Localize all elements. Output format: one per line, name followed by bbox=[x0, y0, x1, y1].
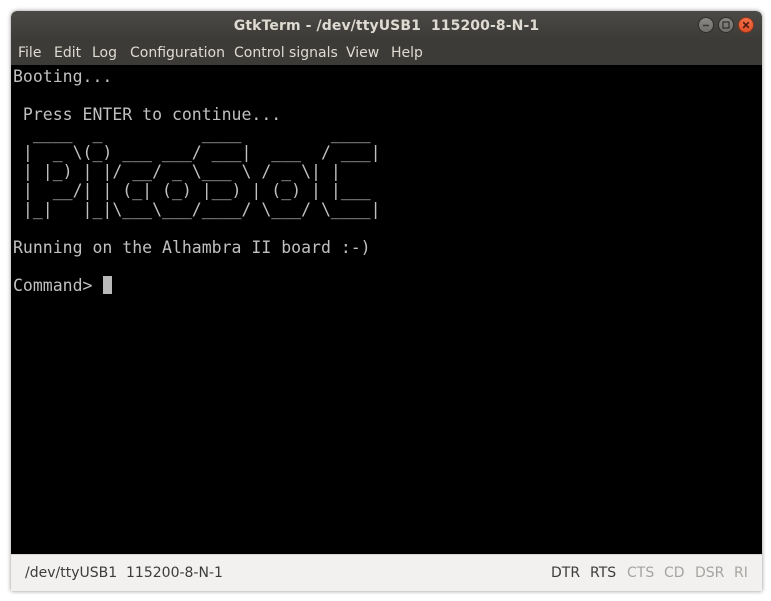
command-prompt: Command> bbox=[13, 276, 103, 295]
signal-dtr: DTR bbox=[551, 565, 581, 581]
ascii-art-line: | |_) | |/ __/ _ \___ \ / _ \| | bbox=[13, 162, 341, 181]
ascii-art-line: |_| |_|\___\___/____/ \___/ \____| bbox=[13, 200, 381, 219]
menu-view[interactable]: View bbox=[346, 45, 379, 61]
title-bar[interactable]: GtkTerm - /dev/ttyUSB1 115200-8-N-1 bbox=[11, 11, 762, 41]
ascii-art-line: ____ _ ____ ____ bbox=[13, 124, 371, 143]
close-icon bbox=[742, 21, 750, 29]
signal-cts: CTS bbox=[627, 565, 655, 581]
terminal-line: Booting... bbox=[13, 67, 113, 86]
maximize-icon bbox=[722, 21, 730, 29]
menu-bar: File Edit Log Configuration Control sign… bbox=[11, 41, 762, 65]
menu-configuration[interactable]: Configuration bbox=[130, 45, 225, 61]
window-title: GtkTerm - /dev/ttyUSB1 115200-8-N-1 bbox=[233, 18, 540, 34]
terminal-line: Press ENTER to continue... bbox=[13, 105, 282, 124]
port-status: /dev/ttyUSB1 115200-8-N-1 bbox=[25, 565, 223, 581]
ascii-art-line: | __/| | (_| (_) |__) | (_) | |___ bbox=[13, 181, 371, 200]
terminal-cursor bbox=[103, 276, 112, 294]
minimize-icon bbox=[703, 24, 709, 27]
minimize-button[interactable] bbox=[698, 17, 714, 33]
menu-help[interactable]: Help bbox=[391, 45, 423, 61]
status-bar: /dev/ttyUSB1 115200-8-N-1 DTR RTS CTS CD… bbox=[11, 554, 762, 591]
signal-ri: RI bbox=[734, 565, 748, 581]
ascii-art-line: | _ \(_) ___ ___/ ___| ___ / ___| bbox=[13, 143, 381, 162]
menu-control-signals[interactable]: Control signals bbox=[234, 45, 338, 61]
menu-edit[interactable]: Edit bbox=[54, 45, 81, 61]
menu-file[interactable]: File bbox=[18, 45, 41, 61]
gtkterm-window: GtkTerm - /dev/ttyUSB1 115200-8-N-1 File… bbox=[11, 11, 762, 591]
signal-rts: RTS bbox=[590, 565, 617, 581]
close-button[interactable] bbox=[738, 17, 754, 33]
terminal-line: Running on the Alhambra II board :-) bbox=[13, 238, 371, 257]
signal-dsr: DSR bbox=[695, 565, 725, 581]
terminal-area[interactable]: Booting... Press ENTER to continue... __… bbox=[11, 65, 762, 554]
menu-log[interactable]: Log bbox=[92, 45, 117, 61]
maximize-button[interactable] bbox=[718, 17, 734, 33]
signal-cd: CD bbox=[664, 565, 685, 581]
